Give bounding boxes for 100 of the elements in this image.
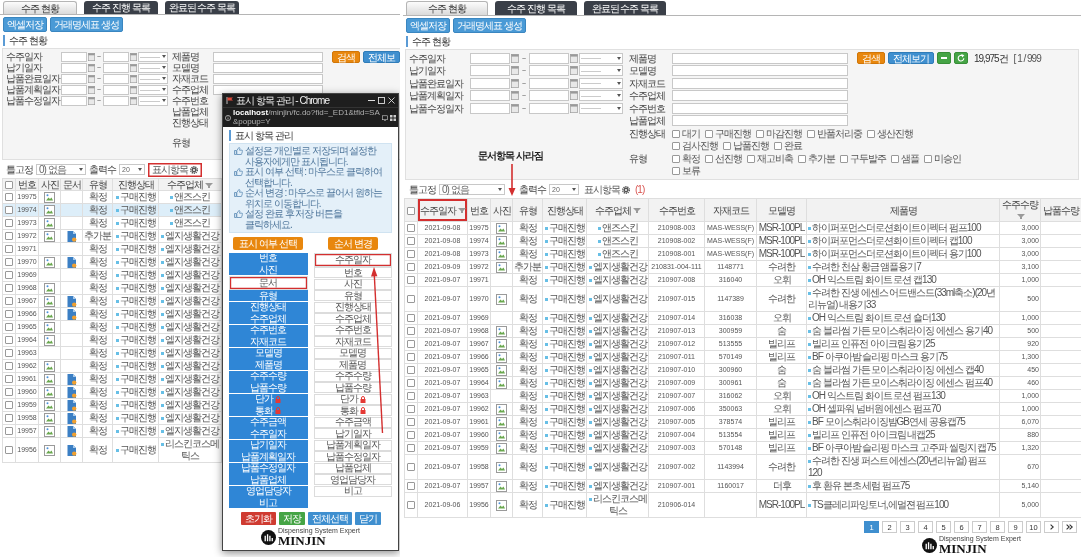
list-item[interactable]: 번호	[229, 252, 308, 264]
date-field[interactable]	[103, 95, 129, 106]
text-field[interactable]	[672, 115, 848, 127]
calendar-icon[interactable]	[130, 74, 137, 83]
checkbox[interactable]	[407, 501, 415, 510]
date-field[interactable]	[103, 73, 129, 84]
checkbox[interactable]	[407, 444, 415, 453]
checkbox[interactable]	[891, 154, 899, 163]
list-item[interactable]: 납품계획일자	[313, 439, 392, 451]
list-item[interactable]: 수주수량	[313, 370, 392, 382]
column-header[interactable]: 수주업체	[158, 178, 222, 191]
checkbox[interactable]	[705, 129, 713, 138]
date-field[interactable]	[470, 65, 510, 77]
list-item[interactable]: 통화	[313, 405, 392, 416]
checkbox[interactable]	[5, 219, 13, 228]
checkbox[interactable]	[840, 154, 848, 163]
list-item[interactable]: 유형	[229, 290, 308, 301]
date-field[interactable]	[529, 52, 569, 64]
freeze-select[interactable]: 0) 없음	[439, 184, 505, 195]
calendar-icon[interactable]	[88, 63, 95, 72]
calendar-icon[interactable]	[88, 85, 95, 94]
list-item[interactable]: 모델명	[313, 347, 392, 359]
date-field[interactable]	[529, 65, 569, 77]
list-item[interactable]: 수주금액	[229, 416, 308, 428]
checkbox[interactable]	[5, 310, 13, 319]
display-columns-button[interactable]: 표시항목	[582, 184, 632, 195]
text-field[interactable]	[213, 51, 323, 62]
checkbox[interactable]	[5, 375, 13, 384]
list-item[interactable]: 수주업체	[229, 313, 308, 324]
list-item[interactable]: 수주번호	[313, 324, 392, 336]
last-page-button[interactable]	[1062, 521, 1077, 533]
checkbox[interactable]	[5, 401, 13, 410]
checkbox[interactable]	[5, 258, 13, 267]
list-item[interactable]: 납품수정일자	[229, 462, 308, 474]
maximize-icon[interactable]	[378, 97, 385, 104]
checkbox[interactable]	[672, 129, 680, 138]
list-item[interactable]: 수주번호	[229, 324, 308, 336]
date-field[interactable]	[470, 52, 510, 64]
calendar-icon[interactable]	[130, 85, 137, 94]
list-item[interactable]: 납품수정일자	[313, 451, 392, 462]
checkbox[interactable]	[5, 232, 13, 241]
list-item[interactable]: 제품명	[229, 359, 308, 370]
text-field[interactable]	[672, 102, 848, 114]
checkbox[interactable]	[407, 276, 415, 285]
calendar-icon[interactable]	[511, 66, 519, 76]
column-header[interactable]: 수주업체	[586, 198, 649, 222]
list-item[interactable]: 문서	[229, 275, 308, 290]
checkbox[interactable]	[5, 362, 13, 371]
list-item[interactable]: 모델명	[229, 347, 308, 359]
tab[interactable]: 완료된 수주 목록	[165, 1, 239, 14]
date-field[interactable]	[529, 102, 569, 114]
freeze-select[interactable]: 0) 없음	[36, 164, 86, 175]
list-item[interactable]: 납기일자	[229, 439, 308, 451]
checkbox[interactable]	[5, 388, 13, 397]
calendar-icon[interactable]	[130, 63, 137, 72]
checkbox[interactable]	[774, 141, 782, 150]
checkbox[interactable]	[407, 340, 415, 349]
checkbox[interactable]	[5, 206, 13, 215]
next-page-button[interactable]	[1044, 521, 1059, 533]
list-item[interactable]: 납품업체	[229, 474, 308, 485]
text-field[interactable]	[213, 73, 323, 84]
calendar-icon[interactable]	[570, 53, 578, 63]
checkbox[interactable]	[924, 154, 932, 163]
tab[interactable]: 수주 현황	[406, 1, 488, 15]
calendar-icon[interactable]	[88, 74, 95, 83]
checkbox[interactable]	[5, 446, 13, 455]
list-item[interactable]: 사진	[313, 278, 392, 290]
checkbox[interactable]	[407, 405, 415, 414]
checkbox[interactable]	[407, 418, 415, 427]
checkbox[interactable]	[407, 237, 415, 246]
reset-button[interactable]: 초기화	[240, 512, 276, 525]
list-item[interactable]: 자재코드	[229, 336, 308, 347]
checkbox[interactable]	[5, 349, 13, 358]
checkbox[interactable]	[672, 141, 680, 150]
date-field[interactable]	[470, 102, 510, 114]
list-item[interactable]: 수주업체	[313, 313, 392, 324]
date-field[interactable]	[529, 77, 569, 89]
checkbox[interactable]	[407, 353, 415, 362]
calendar-icon[interactable]	[88, 96, 95, 105]
list-item[interactable]: 납품수량	[313, 382, 392, 393]
date-field[interactable]	[470, 77, 510, 89]
checkbox[interactable]	[407, 463, 415, 472]
list-item[interactable]: 진행상태	[313, 301, 392, 313]
checkbox[interactable]	[407, 392, 415, 401]
list-item[interactable]: 자재코드	[313, 336, 392, 347]
list-item[interactable]: 수주일자	[313, 252, 392, 267]
checkbox[interactable]	[5, 297, 13, 306]
list-item[interactable]: 단가	[313, 393, 392, 405]
checkbox[interactable]	[407, 263, 415, 272]
checkbox[interactable]	[407, 206, 415, 215]
checkbox[interactable]	[672, 154, 680, 163]
checkbox[interactable]	[407, 431, 415, 440]
checkbox[interactable]	[867, 129, 875, 138]
checkbox[interactable]	[407, 224, 415, 233]
list-item[interactable]: 납품계획일자	[229, 451, 308, 462]
date-field[interactable]	[103, 84, 129, 95]
checkbox[interactable]	[5, 336, 13, 345]
list-item[interactable]: 납품업체	[313, 462, 392, 474]
list-item[interactable]: 사진	[229, 264, 308, 275]
list-item[interactable]: 통화	[229, 405, 308, 416]
